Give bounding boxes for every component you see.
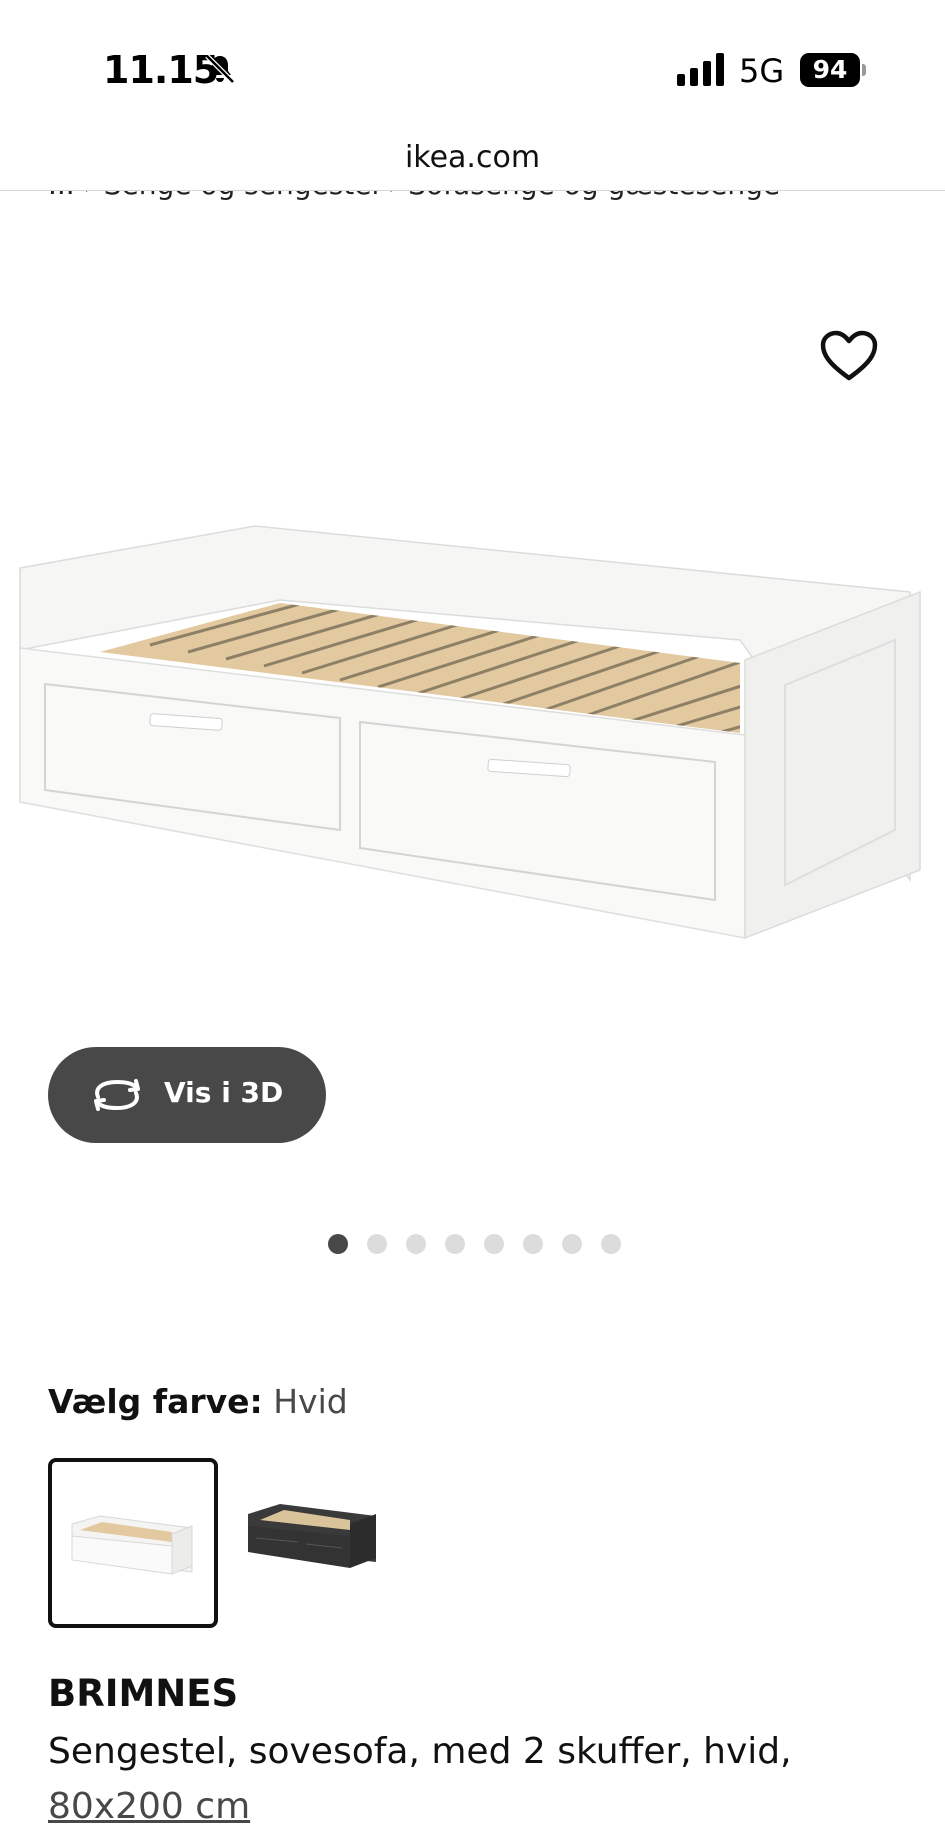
view-3d-button[interactable]: Vis i 3D — [48, 1047, 326, 1143]
product-description: Sengestel, sovesofa, med 2 skuffer, hvid… — [48, 1731, 792, 1772]
product-size-link[interactable]: 80x200 cm — [48, 1786, 250, 1827]
color-swatch-white[interactable] — [48, 1458, 218, 1628]
carousel-dot[interactable] — [484, 1234, 504, 1254]
bell-muted-icon — [205, 54, 235, 84]
status-time: 11.15 — [103, 48, 219, 92]
status-bar: 11.15 5G 94 — [0, 0, 945, 130]
network-type: 5G — [739, 52, 785, 90]
battery-tip — [862, 64, 866, 76]
carousel-dot[interactable] — [562, 1234, 582, 1254]
dark-bed-thumbnail — [248, 1504, 376, 1568]
color-selector-label: Vælg farve: Hvid — [48, 1382, 348, 1421]
heart-icon[interactable] — [820, 330, 878, 382]
carousel-dot[interactable] — [406, 1234, 426, 1254]
carousel-dot[interactable] — [328, 1234, 348, 1254]
battery-icon: 94 — [800, 53, 860, 87]
rotate-3d-icon — [94, 1079, 140, 1111]
carousel-dots[interactable] — [328, 1234, 621, 1254]
address-bar[interactable]: ikea.com — [0, 130, 945, 191]
white-bed-thumbnail — [71, 1515, 193, 1575]
carousel-dot[interactable] — [445, 1234, 465, 1254]
color-label-key: Vælg farve: — [48, 1382, 263, 1421]
product-image — [19, 525, 921, 940]
url-text[interactable]: ikea.com — [0, 140, 945, 175]
carousel-dot[interactable] — [601, 1234, 621, 1254]
color-swatch-dark[interactable] — [238, 1458, 408, 1628]
view-3d-label: Vis i 3D — [164, 1076, 284, 1109]
signal-icon — [677, 53, 724, 86]
color-label-value: Hvid — [273, 1382, 348, 1421]
carousel-dot[interactable] — [367, 1234, 387, 1254]
product-name: BRIMNES — [48, 1672, 239, 1715]
carousel-dot[interactable] — [523, 1234, 543, 1254]
